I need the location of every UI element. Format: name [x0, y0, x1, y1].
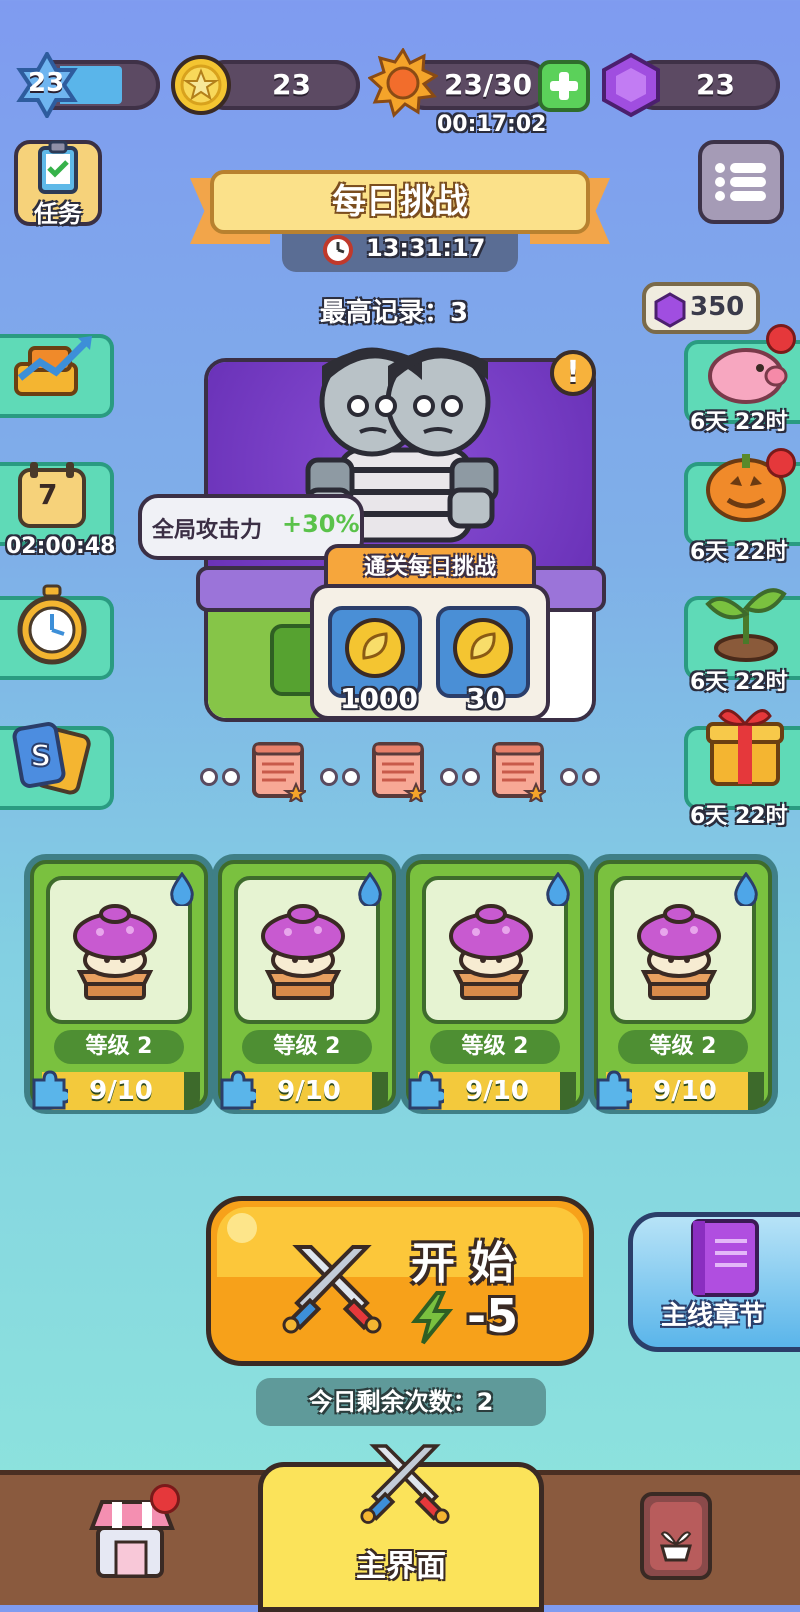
clock-icon [322, 234, 354, 266]
gift-timer: 6天 22时 [690, 804, 788, 829]
notification-dot [766, 448, 796, 478]
gold-growth-icon [14, 336, 92, 396]
puzzle-piece-icon [408, 1070, 444, 1110]
sprout-timer: 6天 22时 [690, 670, 788, 695]
crossed-swords-icon [360, 1444, 450, 1524]
energy-timer: 00:17:02 [437, 112, 547, 137]
plant-level: 等级 2 [242, 1030, 372, 1064]
mushroom-plant-icon [637, 904, 721, 1000]
add-energy-button[interactable] [538, 60, 590, 112]
crossed-swords-icon [282, 1245, 382, 1334]
cards-icon: S [12, 722, 91, 795]
buff-text: 全局攻击力 [152, 518, 263, 543]
water-drop-icon [170, 872, 194, 906]
energy-bolt-icon [410, 1291, 454, 1345]
plant-card[interactable]: 等级 2 9/10 [406, 860, 584, 1110]
sun-energy-icon [367, 47, 440, 118]
tasks-button[interactable]: 任务 [14, 140, 102, 228]
plant-card[interactable]: 等级 2 9/10 [30, 860, 208, 1110]
gem-icon [598, 52, 664, 118]
mushroom-plant-icon [261, 904, 345, 1000]
plant-level: 等级 2 [430, 1030, 560, 1064]
gem-icon [654, 292, 686, 328]
nav-main-tab[interactable]: 主界面 [258, 1444, 544, 1612]
book-icon [691, 1219, 759, 1297]
calendar-day: 7 [38, 478, 58, 511]
energy-value: 23/30 [444, 68, 533, 101]
mushroom-plant-icon [449, 904, 533, 1000]
progress-dots-2 [320, 768, 364, 786]
leaf-coin-icon [453, 618, 513, 678]
plant-card[interactable]: 等级 2 9/10 [218, 860, 396, 1110]
water-drop-icon [734, 872, 758, 906]
level-value: 23 [28, 68, 65, 98]
card-pack-button[interactable]: S [0, 722, 114, 810]
plant-card[interactable]: 等级 2 9/10 [594, 860, 772, 1110]
banner-title: 每日挑战 [332, 182, 468, 222]
challenge-timer: 13:31:17 [366, 234, 486, 262]
best-record: 最高记录：3 [320, 298, 469, 328]
leaf-coin-icon [345, 618, 405, 678]
chapter-label: 主线章节 [661, 1301, 766, 1331]
coin-value: 23 [272, 68, 311, 101]
buff-value: +30% [282, 510, 360, 538]
reward-1-amount: 1000 [340, 682, 418, 715]
plant-book-icon [640, 1492, 712, 1580]
remaining-tries-plate: 今日剩余次数：2 [256, 1378, 546, 1426]
water-drop-icon [358, 872, 382, 906]
growth-fund-button[interactable] [0, 334, 114, 418]
reward-popup: 通关每日挑战 1000 30 [310, 544, 550, 726]
daily-challenge-banner: 每日挑战 [210, 170, 590, 234]
progress-dots-4 [560, 768, 604, 786]
scroll-reward-icon[interactable] [490, 740, 550, 805]
notification-dot [150, 1484, 180, 1514]
start-cost: -5 [467, 1289, 519, 1343]
stopwatch-button[interactable] [0, 584, 114, 680]
remaining-tries: 今日剩余次数：2 [308, 1388, 494, 1416]
gift-box-icon [706, 709, 784, 786]
plant-level: 等级 2 [54, 1030, 184, 1064]
list-menu-icon [715, 163, 766, 201]
reward-title: 通关每日挑战 [363, 555, 496, 580]
piggy-price: 350 [690, 292, 745, 322]
coin-icon [170, 54, 232, 116]
reward-2-amount: 30 [466, 682, 505, 715]
piggy-timer: 6天 22时 [690, 410, 788, 435]
alert-exclamation-icon[interactable]: ! [550, 350, 596, 396]
scroll-reward-icon[interactable] [370, 740, 430, 805]
gem-value: 23 [696, 68, 735, 101]
scroll-reward-icon[interactable] [250, 740, 310, 805]
plant-level: 等级 2 [618, 1030, 748, 1064]
water-drop-icon [546, 872, 570, 906]
stopwatch-icon [17, 584, 87, 665]
puzzle-piece-icon [32, 1070, 68, 1110]
main-menu-button[interactable] [698, 140, 784, 224]
main-chapter-button[interactable]: 主线章节 [628, 1212, 800, 1352]
start-label: 开 始 [411, 1238, 515, 1289]
mushroom-plant-icon [73, 904, 157, 1000]
svg-text:S: S [30, 739, 52, 774]
nav-plant-book-button[interactable] [636, 1488, 716, 1584]
start-button[interactable]: 开 始 -5 [206, 1196, 594, 1366]
calendar-timer: 02:00:48 [6, 534, 116, 559]
nav-shop-button[interactable] [84, 1484, 184, 1584]
clipboard-check-icon [38, 140, 78, 194]
nav-main-label: 主界面 [356, 1549, 446, 1584]
sprout-icon [705, 588, 787, 662]
puzzle-piece-icon [596, 1070, 632, 1110]
plus-icon [550, 72, 578, 100]
notification-dot [766, 324, 796, 354]
tasks-label: 任务 [34, 200, 82, 228]
progress-dots-1 [200, 768, 244, 786]
pumpkin-timer: 6天 22时 [690, 540, 788, 565]
puzzle-piece-icon [220, 1070, 256, 1110]
progress-dots-3 [440, 768, 484, 786]
piggy-price-tag[interactable]: 350 [642, 282, 760, 334]
